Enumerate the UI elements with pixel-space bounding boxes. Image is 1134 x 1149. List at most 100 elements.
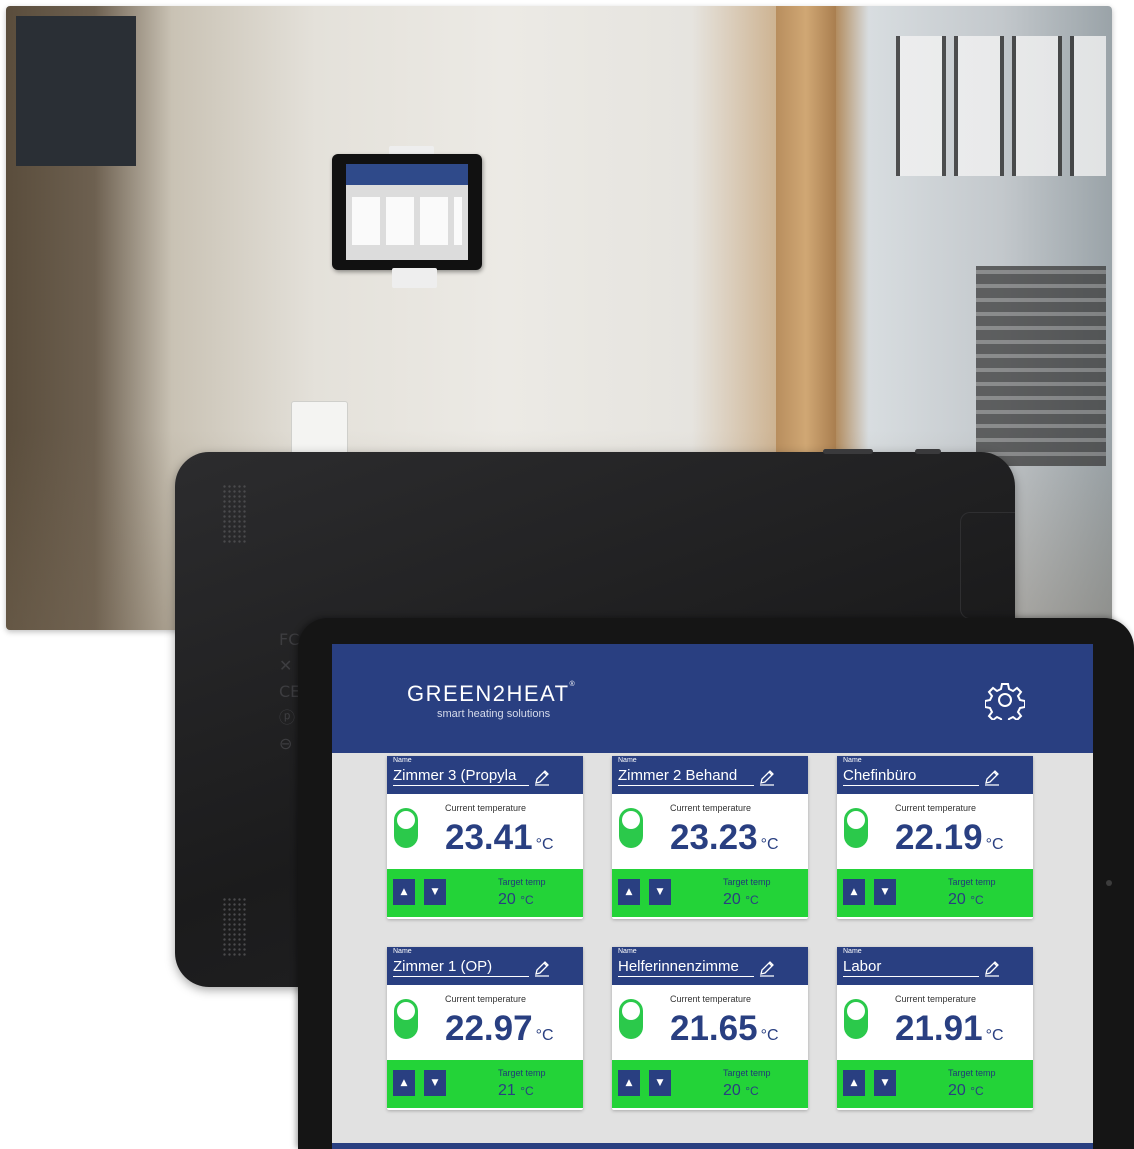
zone-card: Name Labor Current temperature 21.91 °C ▲… (837, 947, 1033, 1110)
target-temp-label: Target temp (948, 1068, 996, 1078)
target-temp-value: 20 °C (948, 1082, 984, 1100)
current-temperature-value: 22.19 °C (895, 818, 1004, 865)
target-temp-number: 20 (723, 891, 741, 908)
temperature-unit: °C (535, 1027, 554, 1044)
current-temperature-value: 23.23 °C (670, 818, 779, 865)
pencil-icon[interactable] (533, 959, 551, 977)
temperature-unit: °C (520, 893, 534, 907)
target-temp-label: Target temp (498, 1068, 546, 1078)
name-label: Name (618, 757, 637, 764)
pencil-icon[interactable] (533, 768, 551, 786)
power-button (915, 449, 941, 454)
arrow-up-icon[interactable]: ▲ (843, 879, 865, 905)
temperature-unit: °C (970, 893, 984, 907)
target-temp-label: Target temp (498, 877, 546, 887)
target-temp-value: 20 °C (948, 891, 984, 909)
current-temperature-label: Current temperature (445, 994, 527, 1004)
tablet-mount-bottom (392, 268, 437, 288)
front-camera (1106, 880, 1112, 886)
app-header: GREEN2HEAT® smart heating solutions (332, 644, 1093, 753)
heating-toggle[interactable] (844, 999, 868, 1039)
heating-toggle[interactable] (619, 808, 643, 848)
arrow-up-icon[interactable]: ▲ (393, 879, 415, 905)
target-panel: ▲ ▼ Target temp 20 °C (837, 1060, 1033, 1108)
speaker-grille-bottom (222, 897, 248, 957)
brand-name: GREEN2HEAT® (407, 681, 577, 706)
current-temperature-value: 23.41 °C (445, 818, 554, 865)
zone-card: Name Chefinbüro Current temperature 22.1… (837, 756, 1033, 919)
current-temperature-value: 21.65 °C (670, 1009, 779, 1056)
target-temp-number: 20 (948, 1082, 966, 1099)
certificate-frames (896, 36, 1106, 176)
heating-toggle[interactable] (394, 999, 418, 1039)
target-temp-label: Target temp (723, 877, 771, 887)
pencil-icon[interactable] (758, 959, 776, 977)
current-temperature-label: Current temperature (895, 994, 977, 1004)
arrow-up-icon[interactable]: ▲ (393, 1070, 415, 1096)
zone-card: Name Helferinnenzimme Current temperatur… (612, 947, 808, 1110)
arrow-down-icon[interactable]: ▼ (649, 879, 671, 905)
target-panel: ▲ ▼ Target temp 21 °C (387, 1060, 583, 1108)
arrow-up-icon[interactable]: ▲ (618, 1070, 640, 1096)
temperature-unit: °C (520, 1084, 534, 1098)
current-temperature-number: 21.65 (670, 1009, 758, 1048)
current-temperature-label: Current temperature (445, 803, 527, 813)
heating-toggle[interactable] (394, 808, 418, 848)
current-temperature-number: 23.41 (445, 818, 533, 857)
name-label: Name (393, 757, 412, 764)
arrow-down-icon[interactable]: ▼ (424, 1070, 446, 1096)
target-panel: ▲ ▼ Target temp 20 °C (837, 869, 1033, 917)
temperature-unit: °C (760, 1027, 779, 1044)
name-label: Name (393, 948, 412, 955)
zone-name-field[interactable]: Labor (843, 958, 979, 977)
temperature-unit: °C (760, 836, 779, 853)
pencil-icon[interactable] (758, 768, 776, 786)
zone-card: Name Zimmer 3 (Propyla Current temperatu… (387, 756, 583, 919)
current-temperature-value: 22.97 °C (445, 1009, 554, 1056)
zone-card-header: Name Labor (837, 947, 1033, 985)
camera-bump (960, 512, 1015, 619)
zone-name-field[interactable]: Zimmer 2 Behand (618, 767, 754, 786)
brand-logo: GREEN2HEAT® smart heating solutions (407, 681, 576, 720)
zone-name-field[interactable]: Zimmer 3 (Propyla (393, 767, 529, 786)
pencil-icon[interactable] (983, 768, 1001, 786)
target-temp-number: 21 (498, 1082, 516, 1099)
temperature-unit: °C (535, 836, 554, 853)
heating-toggle[interactable] (844, 808, 868, 848)
temperature-unit: °C (985, 836, 1004, 853)
volume-button (823, 449, 873, 454)
current-temperature-label: Current temperature (670, 803, 752, 813)
current-temperature-number: 23.23 (670, 818, 758, 857)
target-temp-value: 20 °C (498, 891, 534, 909)
arrow-up-icon[interactable]: ▲ (618, 879, 640, 905)
zone-card-header: Name Zimmer 1 (OP) (387, 947, 583, 985)
arrow-down-icon[interactable]: ▼ (424, 879, 446, 905)
gear-icon[interactable] (985, 680, 1025, 720)
zone-card-header: Name Helferinnenzimme (612, 947, 808, 985)
target-temp-label: Target temp (723, 1068, 771, 1078)
temperature-unit: °C (745, 1084, 759, 1098)
arrow-down-icon[interactable]: ▼ (649, 1070, 671, 1096)
target-temp-value: 20 °C (723, 891, 759, 909)
target-panel: ▲ ▼ Target temp 20 °C (612, 869, 808, 917)
zone-name-field[interactable]: Chefinbüro (843, 767, 979, 786)
zone-card-header: Name Zimmer 3 (Propyla (387, 756, 583, 794)
arrow-down-icon[interactable]: ▼ (874, 1070, 896, 1096)
wall-mounted-tablet (332, 154, 482, 270)
target-temp-value: 21 °C (498, 1082, 534, 1100)
current-temperature-number: 22.19 (895, 818, 983, 857)
arrow-up-icon[interactable]: ▲ (843, 1070, 865, 1096)
name-label: Name (843, 757, 862, 764)
target-temp-label: Target temp (948, 877, 996, 887)
temperature-unit: °C (745, 893, 759, 907)
speaker-grille-top (222, 484, 248, 544)
zone-name-field[interactable]: Helferinnenzimme (618, 958, 754, 977)
arrow-down-icon[interactable]: ▼ (874, 879, 896, 905)
wall-picture (16, 16, 136, 166)
target-panel: ▲ ▼ Target temp 20 °C (612, 1060, 808, 1108)
heating-toggle[interactable] (619, 999, 643, 1039)
current-temperature-number: 22.97 (445, 1009, 533, 1048)
pencil-icon[interactable] (983, 959, 1001, 977)
app-screen: GREEN2HEAT® smart heating solutions Name… (332, 644, 1093, 1149)
zone-name-field[interactable]: Zimmer 1 (OP) (393, 958, 529, 977)
